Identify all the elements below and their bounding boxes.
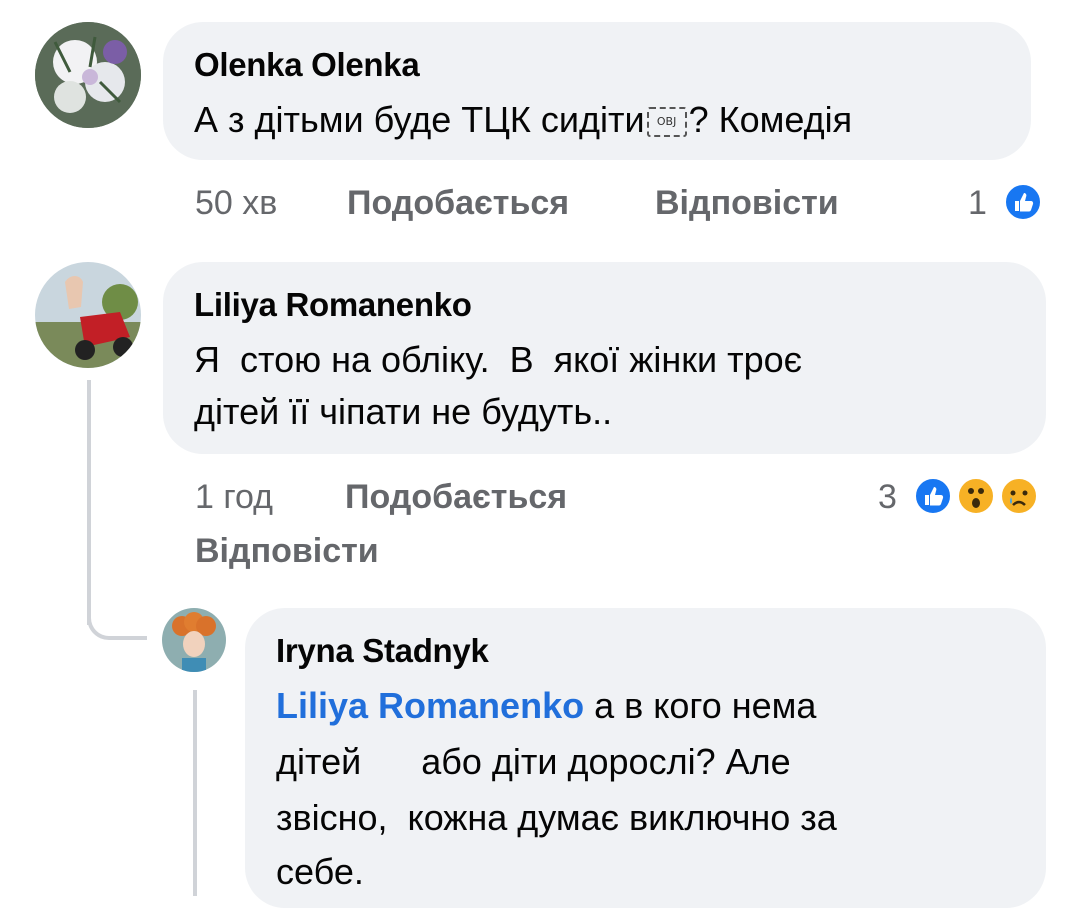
object-replacement-glyph: OBJ [646,107,687,138]
comment-text-line: Я стою на обліку. В якої жінки троє [194,339,803,380]
like-reaction-icon [1003,182,1043,222]
comment-bubble: Iryna Stadnyk Liliya Romanenko а в кого … [245,608,1046,908]
avatar[interactable] [162,608,226,672]
avatar[interactable] [35,262,141,368]
reaction-count[interactable]: 3 [878,478,897,517]
avatar[interactable] [35,22,141,128]
comment-text-line: Liliya Romanenko а в кого нема [276,680,816,732]
reply-button[interactable]: Відповісти [195,532,379,571]
reaction-count[interactable]: 1 [968,184,987,223]
thread-line-curve [87,600,147,640]
wow-reaction-icon [956,476,996,516]
thread-line [87,380,91,625]
thread-line [193,690,197,896]
comment-text-line: дітей її чіпати не будуть.. [194,391,613,432]
comment-text-line: дітей або діти дорослі? Але [276,741,791,782]
like-button[interactable]: Подобається [345,478,567,517]
like-button[interactable]: Подобається [347,184,569,223]
painted-portrait-avatar-image [162,608,226,672]
comment-author[interactable]: Olenka Olenka [194,46,420,84]
flower-avatar-image [35,22,141,128]
comment-author[interactable]: Iryna Stadnyk [276,632,489,670]
comment-author[interactable]: Liliya Romanenko [194,286,472,324]
motorcycle-avatar-image [35,262,141,368]
mention-link[interactable]: Liliya Romanenko [276,685,584,726]
comment-bubble: Liliya Romanenko Я стою на обліку. В яко… [163,262,1046,454]
comment-text-part: ? Комедія [688,99,853,140]
sad-reaction-icon [999,476,1039,516]
like-reaction-icon [913,476,953,516]
reply-button[interactable]: Відповісти [655,184,839,223]
comment-text-line: звісно, кожна думає виключно за [276,797,837,838]
comment-text-part: А з дітьми буде ТЦК сидіти [194,99,645,140]
comment-timestamp[interactable]: 1 год [195,478,273,517]
comment-timestamp[interactable]: 50 хв [195,184,277,223]
comment-text: А з дітьми буде ТЦК сидіти OBJ? Комедія [194,94,852,146]
comment-text-part: а в кого нема [584,685,817,726]
comment-bubble: Olenka Olenka А з дітьми буде ТЦК сидіти… [163,22,1031,160]
comment-text-line: себе. [276,851,364,892]
